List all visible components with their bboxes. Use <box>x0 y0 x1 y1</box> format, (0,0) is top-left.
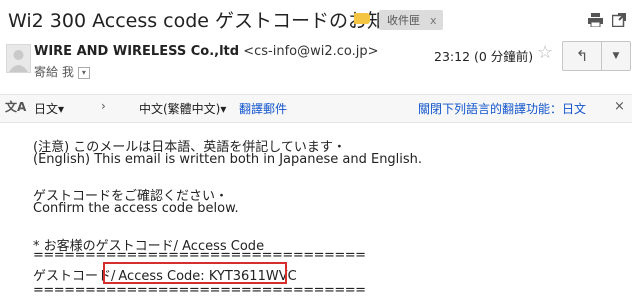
reply-icon: ↰ <box>575 47 589 65</box>
label-tag-icon[interactable] <box>354 13 370 24</box>
sender-name[interactable]: WIRE AND WIRELESS Co.,ltd <box>34 44 239 59</box>
inbox-label-chip[interactable]: 收件匣 x <box>379 10 443 30</box>
arrow-right-icon: › <box>101 99 106 113</box>
source-language-select[interactable]: 日文▾ <box>34 100 64 117</box>
translate-message-link[interactable]: 翻譯郵件 <box>239 100 287 117</box>
print-icon[interactable] <box>588 13 603 27</box>
target-language-select[interactable]: 中文(繁體中文)▾ <box>139 100 226 117</box>
recipient-details-dropdown-icon[interactable]: ▾ <box>77 66 90 79</box>
turn-off-translation-link[interactable]: 關閉下列語言的翻譯功能：日文 <box>418 100 586 117</box>
body-divider-bottom: ================================ <box>33 283 366 298</box>
body-line-notice-en: (English) This email is written both in … <box>33 152 423 167</box>
more-actions-button[interactable]: ▼ <box>601 41 631 71</box>
sender-line: WIRE AND WIRELESS Co.,ltd <cs-info@wi2.c… <box>34 44 379 59</box>
sender-avatar[interactable] <box>6 44 31 73</box>
body-line-confirm-en: Confirm the access code below. <box>33 201 239 216</box>
recipient-line: 寄給 我 ▾ <box>34 63 90 80</box>
chevron-down-icon: ▼ <box>612 51 620 61</box>
timestamp: 23:12 (0 分鐘前) <box>434 49 534 64</box>
access-code-highlight-box <box>103 262 287 284</box>
recipient-text: 寄給 我 <box>34 65 74 79</box>
new-window-icon[interactable] <box>612 13 626 27</box>
person-icon <box>9 50 28 72</box>
inbox-label-text: 收件匣 <box>387 14 420 27</box>
remove-label-icon[interactable]: x <box>430 14 437 27</box>
reply-button[interactable]: ↰ <box>562 41 602 71</box>
star-icon[interactable]: ☆ <box>537 42 553 63</box>
body-divider-top: ================================ <box>33 248 366 263</box>
sender-email: <cs-info@wi2.co.jp> <box>243 44 379 59</box>
translate-icon: 文A <box>5 100 27 114</box>
close-icon[interactable]: × <box>614 99 625 114</box>
